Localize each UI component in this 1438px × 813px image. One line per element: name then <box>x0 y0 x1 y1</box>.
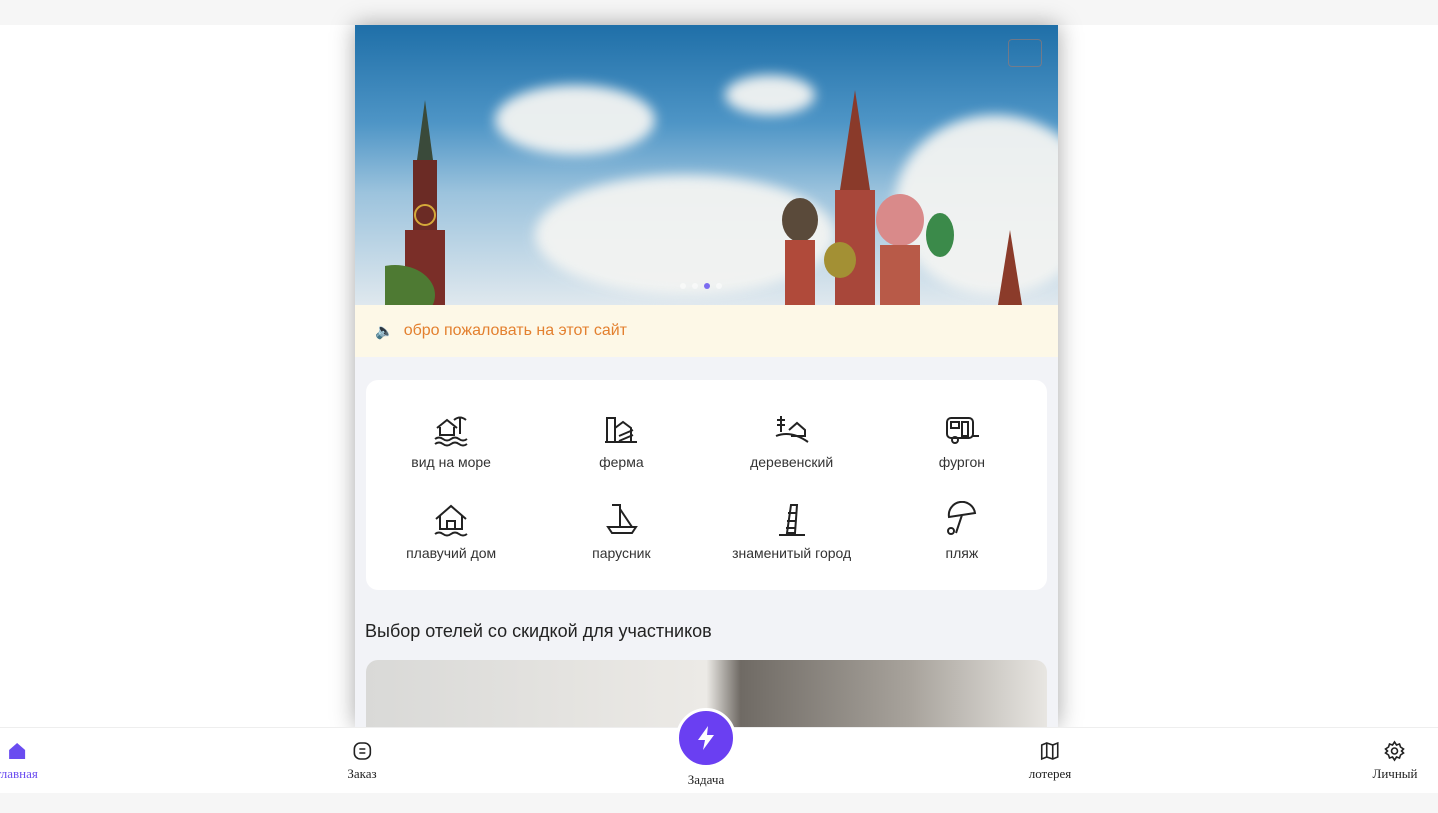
cathedral-image <box>782 90 1022 305</box>
badge-icon <box>1008 39 1042 67</box>
order-icon <box>353 742 371 760</box>
category-rural[interactable]: деревенский <box>707 394 877 485</box>
speaker-icon: 🔈 <box>375 323 394 340</box>
houseboat-icon <box>434 504 468 536</box>
banner-carousel[interactable] <box>355 25 1058 305</box>
farm-icon <box>605 416 638 443</box>
category-grid: вид на море ферма деревенский фургон пла… <box>366 380 1047 590</box>
nav-home[interactable]: главная <box>0 740 38 782</box>
task-button[interactable] <box>676 708 736 768</box>
carousel-indicators[interactable] <box>680 283 722 289</box>
category-houseboat[interactable]: плавучий дом <box>366 485 536 576</box>
nav-profile[interactable]: Личный <box>1373 740 1417 782</box>
category-seaview[interactable]: вид на море <box>366 394 536 485</box>
category-farm[interactable]: ферма <box>536 394 706 485</box>
gear-icon <box>1384 740 1406 762</box>
category-van[interactable]: фургон <box>877 394 1047 485</box>
famous-city-icon <box>778 503 805 536</box>
app-viewport: 🔈 обро пожаловать на этот сайт вид на мо… <box>355 25 1058 727</box>
task-label: Задача <box>687 772 725 787</box>
notice-text: обро пожаловать на этот сайт <box>403 322 627 339</box>
kremlin-tower-image <box>385 100 445 305</box>
seaside-house-icon <box>434 416 468 446</box>
category-beach[interactable]: пляж <box>877 485 1047 576</box>
sailboat-icon <box>606 503 639 534</box>
caravan-icon <box>945 416 979 444</box>
rural-icon <box>775 415 809 443</box>
home-icon <box>9 743 25 759</box>
section-title: Выбор отелей со скидкой для участников <box>365 621 712 641</box>
nav-lottery[interactable]: лотерея <box>1029 740 1071 782</box>
nav-order[interactable]: Заказ <box>347 740 377 782</box>
category-sailboat[interactable]: парусник <box>536 485 706 576</box>
category-famous-city[interactable]: знаменитый город <box>707 485 877 576</box>
lightning-icon <box>698 726 714 750</box>
notice-bar: 🔈 обро пожаловать на этот сайт <box>355 305 1058 357</box>
beach-umbrella-icon <box>946 500 977 535</box>
map-icon <box>1041 741 1059 761</box>
